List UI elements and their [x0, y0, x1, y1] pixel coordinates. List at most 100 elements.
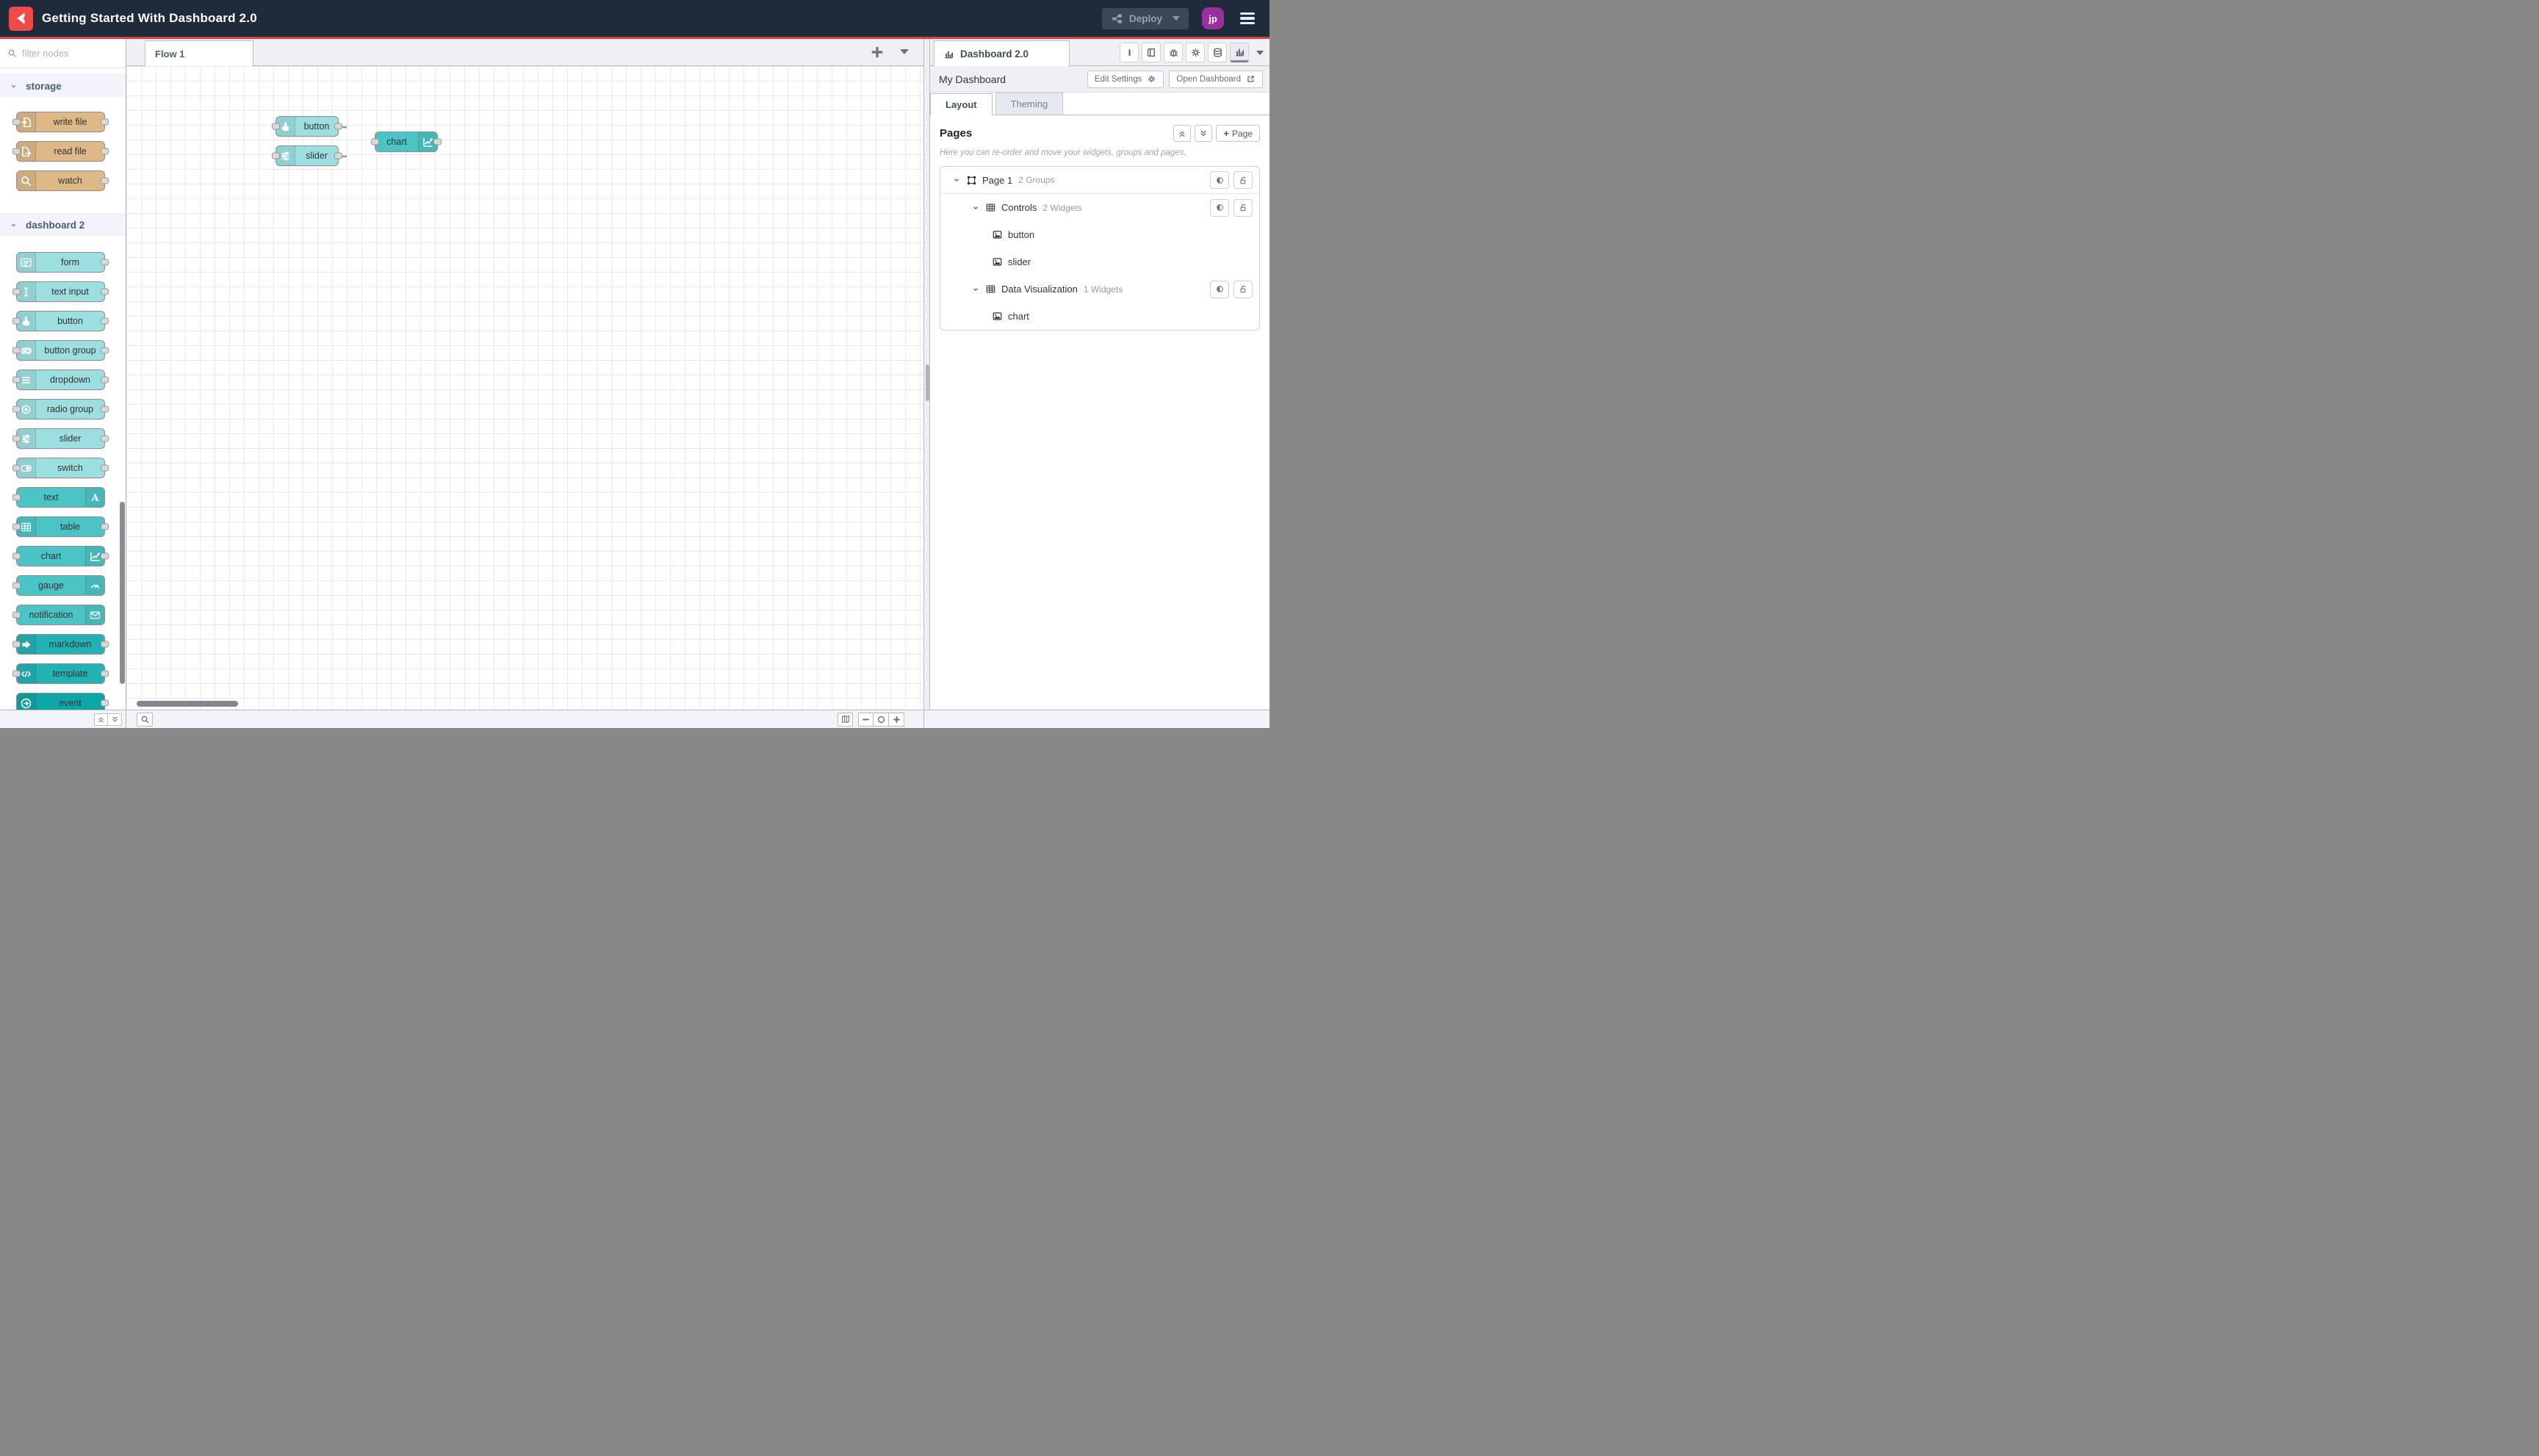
output-port[interactable]: [334, 152, 342, 159]
node-text-input[interactable]: text input: [12, 281, 109, 302]
node-switch[interactable]: switch: [12, 458, 109, 478]
input-port[interactable]: [12, 435, 21, 442]
input-port[interactable]: [12, 641, 21, 648]
input-port[interactable]: [12, 148, 21, 155]
node-radio-group[interactable]: radio group: [12, 399, 109, 419]
output-port[interactable]: [101, 347, 109, 354]
node-table[interactable]: table: [12, 516, 109, 537]
node-chart[interactable]: chart: [12, 546, 109, 566]
output-port[interactable]: [101, 435, 109, 442]
node-chart[interactable]: chart: [371, 131, 442, 152]
chevron-down-icon[interactable]: [971, 285, 980, 294]
input-port[interactable]: [12, 611, 21, 619]
palette-collapse-all-button[interactable]: [94, 713, 108, 726]
input-port[interactable]: [12, 552, 21, 560]
output-port[interactable]: [101, 670, 109, 677]
input-port[interactable]: [12, 288, 21, 295]
node-watch[interactable]: watch: [16, 170, 109, 191]
tree-row-button[interactable]: button: [940, 221, 1259, 248]
node-notification[interactable]: notification: [12, 605, 105, 625]
output-port[interactable]: [433, 138, 442, 145]
visibility-toggle-button[interactable]: [1210, 198, 1229, 217]
node-form[interactable]: form: [16, 252, 109, 273]
node-button-group[interactable]: button group: [12, 340, 109, 361]
palette-search[interactable]: [0, 39, 126, 68]
tree-row-page-1[interactable]: Page 1 2 Groups: [940, 167, 1259, 194]
input-port[interactable]: [272, 123, 280, 130]
input-port[interactable]: [12, 464, 21, 472]
output-port[interactable]: [101, 464, 109, 472]
zoom-in-button[interactable]: [889, 712, 904, 727]
zoom-out-button[interactable]: [858, 712, 874, 727]
chevron-down-icon[interactable]: [971, 203, 980, 212]
canvas-search-button[interactable]: [137, 712, 153, 727]
add-flow-button[interactable]: [869, 44, 885, 60]
main-menu-button[interactable]: [1237, 10, 1258, 28]
sidebar-tool-config[interactable]: [1186, 43, 1205, 62]
output-port[interactable]: [101, 317, 109, 325]
output-port[interactable]: [101, 177, 109, 184]
node-slider[interactable]: slider: [272, 145, 342, 166]
tree-row-slider[interactable]: slider: [940, 248, 1259, 275]
output-port[interactable]: [101, 552, 109, 560]
output-port[interactable]: [101, 118, 109, 126]
flow-list-caret[interactable]: [900, 49, 909, 54]
output-port[interactable]: [334, 123, 342, 130]
input-port[interactable]: [12, 376, 21, 383]
output-port[interactable]: [101, 376, 109, 383]
output-port[interactable]: [101, 259, 109, 266]
sidebar-tool-help[interactable]: [1142, 43, 1161, 62]
sidebar-tool-info[interactable]: [1120, 43, 1139, 62]
input-port[interactable]: [272, 152, 280, 159]
palette-expand-all-button[interactable]: [108, 713, 122, 726]
node-slider[interactable]: slider: [12, 428, 109, 449]
lock-toggle-button[interactable]: [1234, 171, 1253, 189]
output-port[interactable]: [101, 699, 109, 707]
input-port[interactable]: [12, 347, 21, 354]
input-port[interactable]: [12, 670, 21, 677]
toggle-navigator-button[interactable]: [838, 712, 853, 727]
deploy-caret-icon[interactable]: [1173, 16, 1180, 21]
zoom-reset-button[interactable]: [874, 712, 889, 727]
node-read-file[interactable]: read file: [12, 141, 109, 162]
chevron-down-icon[interactable]: [952, 176, 961, 184]
tab-theming[interactable]: Theming: [995, 93, 1064, 115]
tab-layout[interactable]: Layout: [930, 93, 993, 115]
input-port[interactable]: [12, 494, 21, 501]
input-port[interactable]: [12, 582, 21, 589]
lock-toggle-button[interactable]: [1234, 280, 1253, 298]
input-port[interactable]: [371, 138, 379, 145]
open-dashboard-button[interactable]: Open Dashboard: [1169, 70, 1263, 88]
user-avatar[interactable]: jp: [1202, 7, 1224, 29]
sidebar-tools-caret[interactable]: [1256, 50, 1264, 55]
palette-scrollbar[interactable]: [120, 502, 125, 684]
tree-row-chart[interactable]: chart: [940, 303, 1259, 330]
input-port[interactable]: [12, 317, 21, 325]
node-gauge[interactable]: gauge: [12, 575, 105, 596]
input-port[interactable]: [12, 406, 21, 413]
collapse-all-button[interactable]: [1173, 125, 1192, 142]
tree-row-data-visualization[interactable]: Data Visualization 1 Widgets: [940, 275, 1259, 303]
node-dropdown[interactable]: dropdown: [12, 370, 109, 390]
node-text[interactable]: text: [12, 487, 105, 508]
wire[interactable]: [342, 143, 347, 158]
sidebar-tool-debug[interactable]: [1164, 43, 1183, 62]
visibility-toggle-button[interactable]: [1210, 280, 1229, 298]
output-port[interactable]: [101, 406, 109, 413]
deploy-button[interactable]: Deploy: [1101, 7, 1189, 29]
expand-all-button[interactable]: [1195, 125, 1213, 142]
add-page-button[interactable]: + Page: [1216, 125, 1260, 142]
flow-tab[interactable]: Flow 1: [145, 40, 253, 66]
node-markdown[interactable]: markdown: [12, 634, 109, 655]
node-write-file[interactable]: write file: [12, 112, 109, 132]
wire[interactable]: [342, 126, 347, 143]
palette-category-header[interactable]: dashboard 2: [0, 214, 126, 236]
node-button[interactable]: button: [272, 116, 342, 137]
node-button[interactable]: button: [12, 311, 109, 331]
output-port[interactable]: [101, 641, 109, 648]
flow-canvas[interactable]: button slider chart: [126, 66, 923, 710]
node-event[interactable]: event: [16, 693, 109, 710]
output-port[interactable]: [101, 148, 109, 155]
visibility-toggle-button[interactable]: [1210, 171, 1229, 189]
input-port[interactable]: [12, 523, 21, 530]
